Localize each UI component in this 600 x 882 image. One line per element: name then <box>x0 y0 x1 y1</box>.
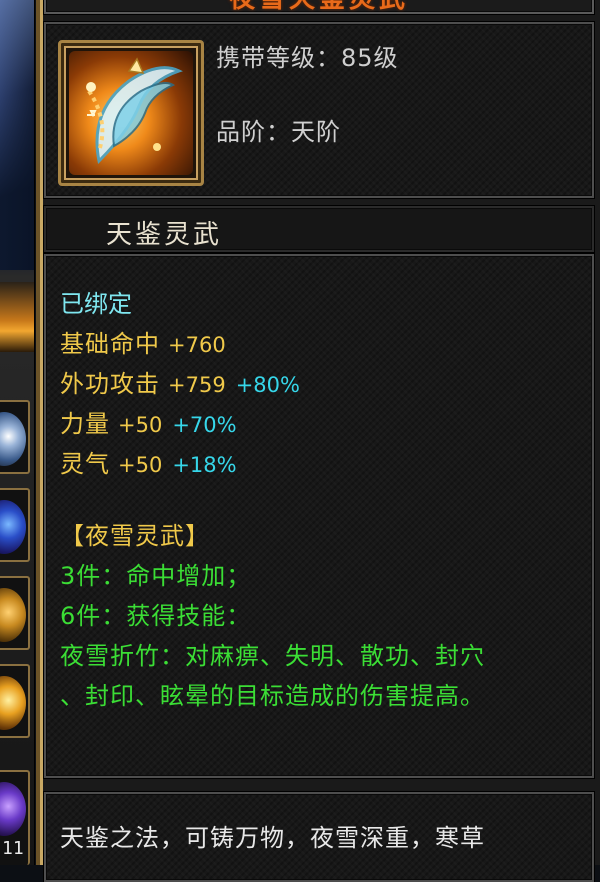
tooltip-title: 夜雪天鉴灵武 <box>46 0 592 12</box>
item-description: 天鉴之法，可铸万物，夜雪深重，寒草 <box>60 824 485 852</box>
attribute-percent: +80% <box>235 373 300 397</box>
inventory-slot[interactable]: 11 <box>0 770 30 865</box>
attribute-row: 外功攻击 +759 +80% <box>60 364 582 404</box>
set-bonus-line: 3件：命中增加； <box>60 562 252 590</box>
attribute-value: +50 <box>118 453 163 477</box>
left-side-panel: 11 <box>0 0 35 865</box>
item-thumbnail-icon <box>0 412 26 466</box>
slot-stack-count: 11 <box>2 838 24 859</box>
set-bonus-line: 6件：获得技能： <box>60 602 252 630</box>
item-thumbnail-icon <box>0 782 26 836</box>
set-skill-line: 、封印、眩晕的目标造成的伤害提高。 <box>60 682 485 710</box>
attribute-percent: +18% <box>172 453 237 477</box>
item-name-panel: 天鉴灵武 <box>44 206 594 252</box>
inventory-slot[interactable] <box>0 400 30 474</box>
attribute-percent: +70% <box>172 413 237 437</box>
decorative-band <box>0 282 34 352</box>
item-thumbnail-icon <box>0 676 26 730</box>
set-title: 【夜雪灵武】 <box>60 522 210 550</box>
attribute-name: 灵气 <box>60 450 110 478</box>
attribute-name: 基础命中 <box>60 330 160 358</box>
carry-level-text: 携带等级：85级 <box>216 44 399 72</box>
item-header-panel: 携带等级：85级 品阶：天阶 <box>44 22 594 198</box>
inventory-slot[interactable] <box>0 576 30 650</box>
item-name: 天鉴灵武 <box>106 220 223 250</box>
attribute-row: 灵气 +50 +18% <box>60 444 582 484</box>
attribute-value: +760 <box>168 333 226 357</box>
item-stats-panel: 已绑定 基础命中 +760 外功攻击 +759 +80% 力量 +50 +70% 灵气 +5… <box>44 254 594 778</box>
item-grade-text: 品阶：天阶 <box>216 118 341 146</box>
inventory-slot[interactable] <box>0 488 30 562</box>
item-description-panel: 天鉴之法，可铸万物，夜雪深重，寒草 <box>44 792 594 882</box>
attribute-row: 力量 +50 +70% <box>60 404 582 444</box>
attribute-name: 外功攻击 <box>60 370 160 398</box>
item-thumbnail-icon <box>0 588 26 642</box>
attribute-value: +50 <box>118 413 163 437</box>
item-thumbnail-icon <box>0 500 26 554</box>
inventory-slot[interactable] <box>0 664 30 738</box>
attribute-row: 基础命中 +760 <box>60 324 582 364</box>
spirit-weapon-icon <box>69 51 193 175</box>
attribute-value: +759 <box>168 373 226 397</box>
item-icon-frame <box>58 40 204 186</box>
set-skill-line: 夜雪折竹：对麻痹、失明、散功、封穴 <box>60 642 485 670</box>
attribute-name: 力量 <box>60 410 110 438</box>
bound-status: 已绑定 <box>60 290 132 318</box>
tooltip-title-bar: 夜雪天鉴灵武 <box>44 0 594 14</box>
game-scene-background <box>0 0 34 270</box>
